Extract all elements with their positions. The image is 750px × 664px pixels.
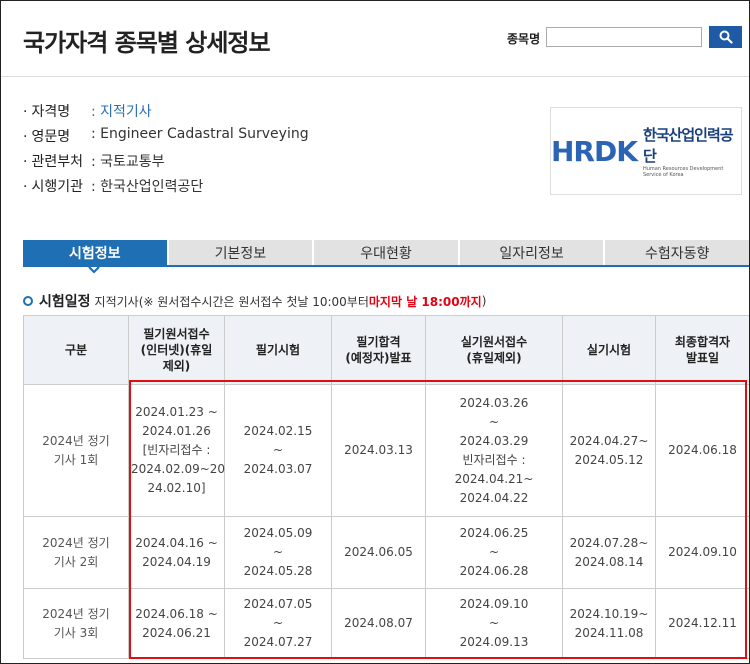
page-header: 국가자격 종목별 상세정보 종목명 (1, 1, 749, 77)
written-result-cell: 2024.06.05 (331, 516, 426, 589)
row-label: 2024년 정기 기사 2회 (23, 516, 129, 589)
table-row: 2024년 정기 기사 1회 2024.01.23 ~2024.01.26 [빈자리… (23, 384, 749, 517)
info-key: 자격명 (23, 101, 91, 126)
tab-preference[interactable]: 우대현황 (314, 240, 458, 265)
written-exam-cell: 2024.05.09 ~2024.05.28 (224, 516, 332, 589)
header-written-apply: 필기원서접수 (인터넷)(휴일 제외) (128, 315, 225, 385)
logo-english: Human Resources Development Service of K… (642, 166, 724, 178)
header-written-exam: 필기시험 (224, 315, 332, 385)
tab-jobs[interactable]: 일자리정보 (459, 240, 604, 265)
final-result-cell: 2024.09.10 (655, 516, 749, 589)
info-row-name: 자격명 : 지적기사 (23, 101, 309, 126)
header-written-result: 필기합격 (예정자)발표 (331, 315, 426, 385)
page-frame: 국가자격 종목별 상세정보 종목명 자격명 : 지적기사 영문명 : Engin… (0, 0, 750, 664)
info-row-agency: 시행기관 : 한국산업인력공단 (23, 176, 309, 201)
header-practical-apply: 실기원서접수 (휴일제외) (425, 315, 563, 385)
tab-exam-info[interactable]: 시험정보 (23, 240, 167, 265)
bullet-icon (23, 296, 33, 306)
logo-korean: 한국산업인력공단 (642, 126, 734, 165)
written-apply-cell: 2024.04.16 ~2024.04.19 (128, 516, 225, 589)
info-row-ministry: 관련부처 : 국토교통부 (23, 151, 309, 176)
logo-mark: HRDK (551, 134, 638, 168)
section-note-highlight: 마지막 날 18:00까지 (368, 294, 482, 309)
written-apply-cell: 2024.06.18 ~2024.06.21 (128, 588, 225, 659)
final-result-cell: 2024.06.18 (655, 384, 749, 517)
info-key: 영문명 (23, 126, 91, 151)
tab-bar: 시험정보 기본정보 우대현황 일자리정보 수험자동향 (23, 240, 749, 267)
written-exam-cell: 2024.07.05 ~2024.07.27 (224, 588, 332, 659)
header-final-result: 최종합격자 발표일 (655, 315, 749, 385)
section-note-end: ) (481, 294, 487, 308)
written-result-cell: 2024.03.13 (331, 384, 426, 517)
qualification-name-link[interactable]: : 지적기사 (91, 101, 152, 126)
search-icon (719, 30, 733, 44)
practical-exam-cell: 2024.10.19~ 2024.11.08 (562, 588, 656, 659)
row-label: 2024년 정기 기사 3회 (23, 588, 129, 659)
table-row: 2024년 정기 기사 3회 2024.06.18 ~2024.06.21 202… (23, 588, 749, 659)
header-division: 구분 (23, 315, 129, 385)
exam-schedule-table: 구분 필기원서접수 (인터넷)(휴일 제외) 필기시험 필기합격 (예정자)발표 실기… (23, 315, 749, 659)
info-key: 관련부처 (23, 151, 91, 176)
written-result-cell: 2024.08.07 (331, 588, 426, 659)
table-header-row: 구분 필기원서접수 (인터넷)(휴일 제외) 필기시험 필기합격 (예정자)발표 실기… (23, 315, 749, 385)
section-note: (※ 원서접수시간은 원서접수 첫날 10:00부터 (138, 294, 369, 309)
written-apply-cell: 2024.01.23 ~2024.01.26 [빈자리접수 :2024.02.09… (128, 384, 225, 517)
info-value: : 국토교통부 (91, 154, 165, 170)
tab-candidate-trends[interactable]: 수험자동향 (605, 240, 749, 265)
search-button[interactable] (709, 26, 742, 48)
page-title: 국가자격 종목별 상세정보 (23, 29, 271, 57)
chevron-down-icon (88, 266, 100, 274)
final-result-cell: 2024.12.11 (655, 588, 749, 659)
practical-apply-cell: 2024.03.26 ~2024.03.29 빈자리접수 :2024.04.21~ 2… (425, 384, 563, 517)
info-value: : Engineer Cadastral Surveying (91, 126, 309, 142)
tab-basic-info[interactable]: 기본정보 (168, 240, 313, 265)
written-exam-cell: 2024.02.15 ~2024.03.07 (224, 384, 332, 517)
row-label: 2024년 정기 기사 1회 (23, 384, 129, 517)
schedule-heading: 시험일정 지적기사 (※ 원서접수시간은 원서접수 첫날 10:00부터 마지막… (23, 291, 486, 311)
qualification-info: 자격명 : 지적기사 영문명 : Engineer Cadastral Surv… (23, 101, 309, 201)
practical-apply-cell: 2024.06.25 ~2024.06.28 (425, 516, 563, 589)
info-value: : 한국산업인력공단 (91, 179, 204, 195)
header-practical-exam: 실기시험 (562, 315, 656, 385)
info-key: 시행기관 (23, 176, 91, 201)
logo-text: 한국산업인력공단 Human Resources Development Ser… (643, 124, 741, 178)
info-row-english: 영문명 : Engineer Cadastral Surveying (23, 126, 309, 151)
search-input[interactable] (546, 27, 702, 47)
section-title: 시험일정 (39, 294, 91, 310)
search-label: 종목명 (507, 32, 541, 46)
practical-exam-cell: 2024.04.27~ 2024.05.12 (562, 384, 656, 517)
table-row: 2024년 정기 기사 2회 2024.04.16 ~2024.04.19 202… (23, 516, 749, 589)
practical-exam-cell: 2024.07.28~ 2024.08.14 (562, 516, 656, 589)
practical-apply-cell: 2024.09.10 ~2024.09.13 (425, 588, 563, 659)
hrdk-logo: HRDK 한국산업인력공단 Human Resources Developmen… (550, 107, 742, 195)
section-subject: 지적기사 (94, 294, 139, 309)
